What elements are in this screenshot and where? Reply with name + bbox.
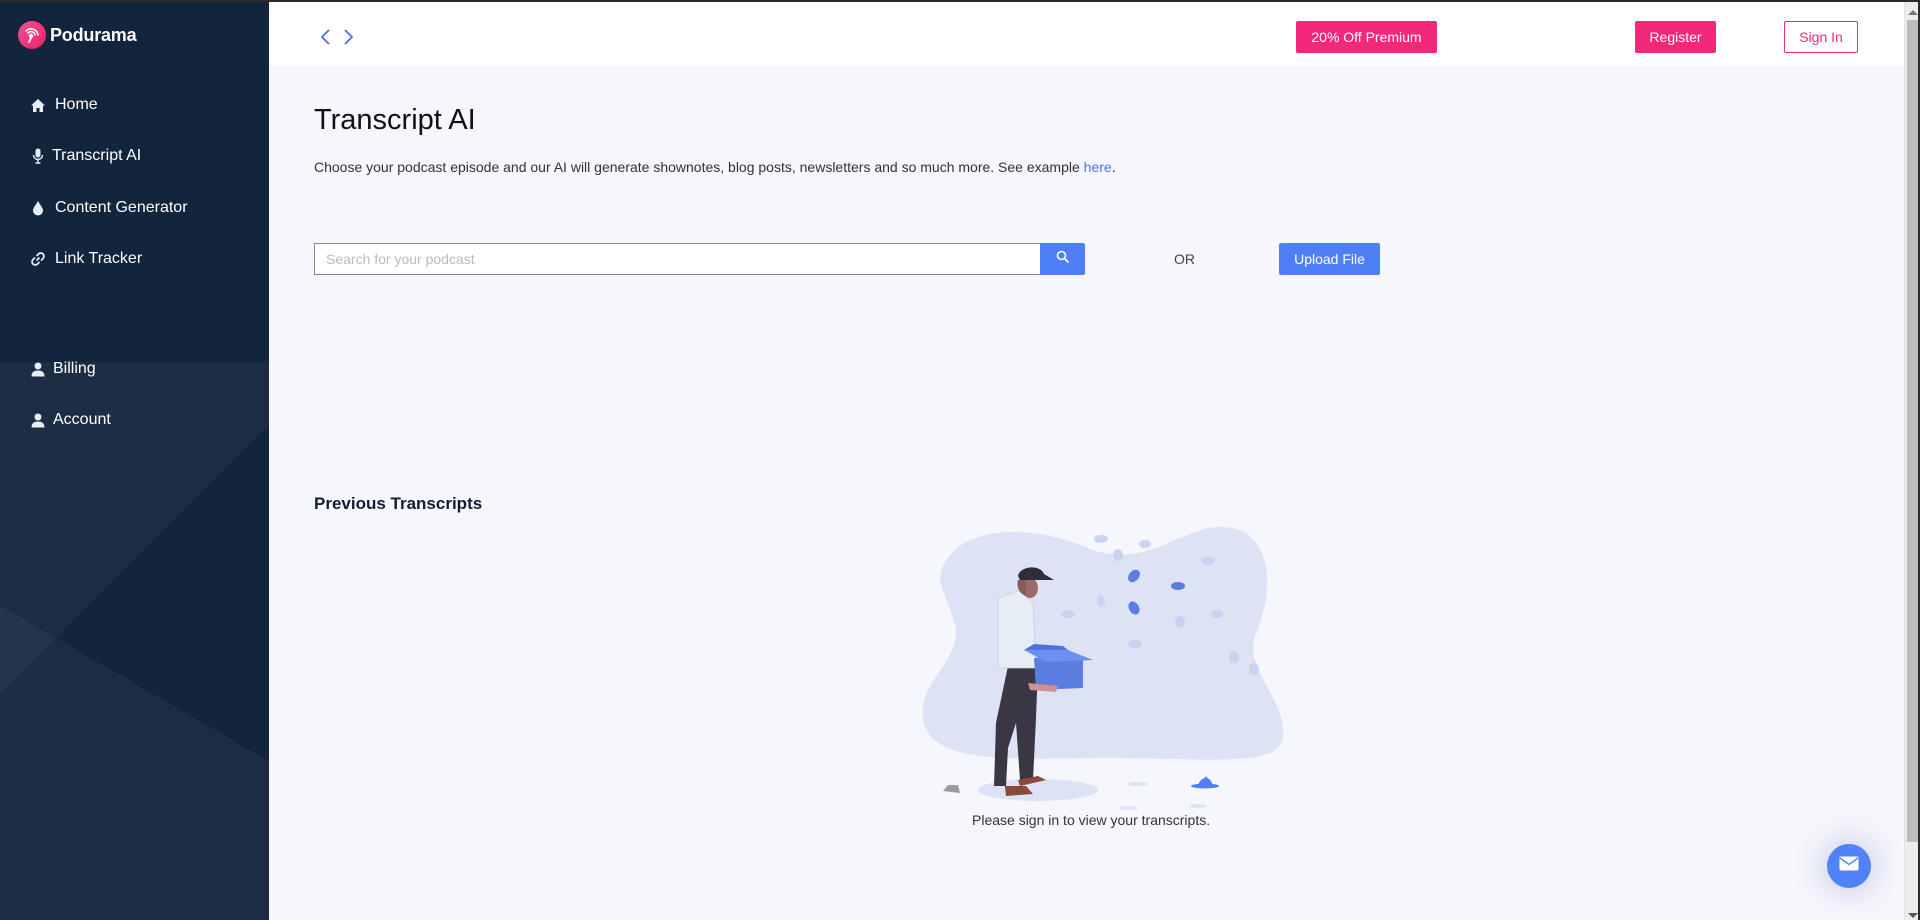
brand-name: Podurama [50,24,137,45]
premium-offer-button[interactable]: 20% Off Premium [1296,21,1437,53]
empty-state-message: Please sign in to view your transcripts. [972,812,1211,828]
chevron-right-icon[interactable] [341,27,357,47]
sidebar: Podurama Home Transcript AI Content Gene… [0,2,269,920]
previous-transcripts-heading: Previous Transcripts [314,494,483,513]
scroll-down-icon[interactable] [1908,913,1918,918]
user-icon [30,412,46,428]
sidebar-item-label: Transcript AI [52,147,142,164]
home-icon [30,97,46,113]
sidebar-item-transcript-ai[interactable]: Transcript AI [30,147,141,165]
sidebar-item-account[interactable]: Account [30,411,111,429]
empty-state-illustration [908,518,1308,818]
search-icon [1056,250,1069,268]
search-input[interactable] [314,243,1040,275]
sidebar-item-label: Content Generator [55,199,188,216]
sidebar-item-content-generator[interactable]: Content Generator [30,199,188,217]
sidebar-item-label: Account [53,411,111,428]
upload-file-button[interactable]: Upload File [1279,243,1380,275]
register-button[interactable]: Register [1635,21,1716,53]
sign-in-button[interactable]: Sign In [1784,21,1858,53]
podcast-search [314,243,1085,275]
chevron-left-icon[interactable] [317,27,333,47]
user-icon [30,361,46,377]
brand-logo[interactable]: Podurama [18,21,137,49]
sidebar-item-home[interactable]: Home [30,96,98,114]
or-label: OR [1174,251,1195,267]
sidebar-item-label: Home [55,96,98,113]
sidebar-item-billing[interactable]: Billing [30,360,96,378]
description-end: . [1111,159,1116,175]
envelope-icon [1839,856,1859,876]
description-text: Choose your podcast episode and our AI w… [314,159,1084,175]
sidebar-item-link-tracker[interactable]: Link Tracker [30,250,142,268]
droplet-icon [30,200,46,216]
podcast-signal-icon [18,21,46,49]
sidebar-item-label: Link Tracker [55,250,143,267]
top-bar: 20% Off Premium Register Sign In [269,2,1904,66]
link-icon [30,251,46,267]
sidebar-decoration [0,532,269,920]
example-link[interactable]: here [1084,159,1112,175]
search-button[interactable] [1040,243,1085,275]
page-description: Choose your podcast episode and our AI w… [314,159,1116,175]
page-title: Transcript AI [314,104,476,136]
history-nav [317,27,357,47]
scroll-up-icon[interactable] [1908,10,1918,15]
sidebar-item-label: Billing [53,360,96,377]
microphone-icon [30,148,46,164]
contact-button[interactable] [1827,844,1871,888]
